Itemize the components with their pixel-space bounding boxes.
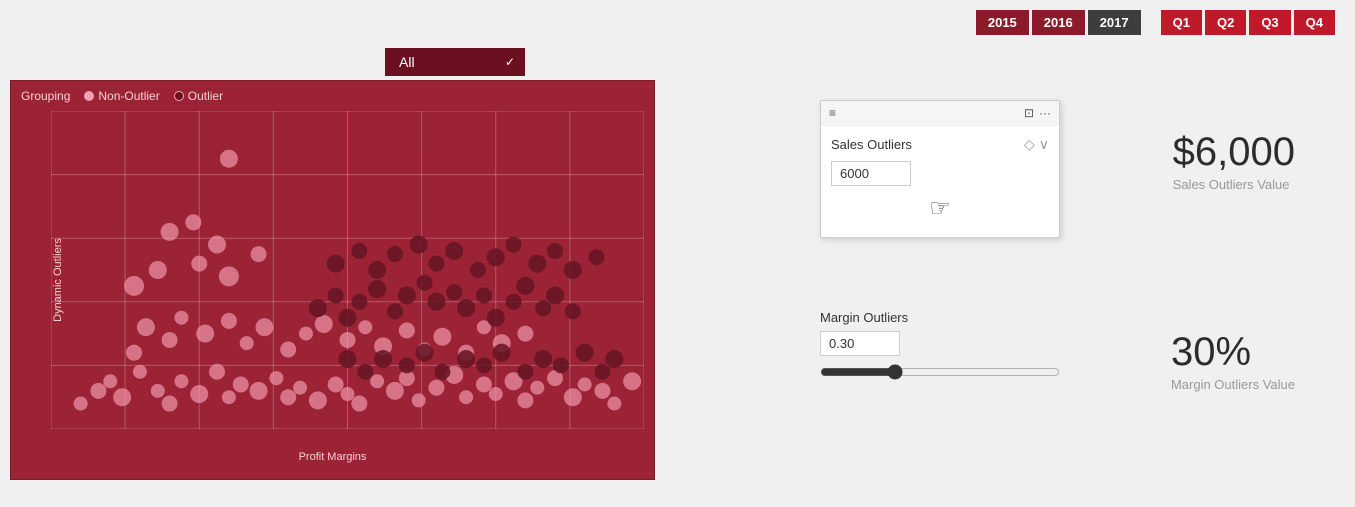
year-buttons: 2015 2016 2017 [976,10,1141,35]
year-2015-button[interactable]: 2015 [976,10,1029,35]
outlier-dot [174,91,184,101]
margin-value-label: Margin Outliers Value [1171,377,1295,392]
sales-card-title: Sales Outliers [831,137,912,152]
q1-button[interactable]: Q1 [1161,10,1202,35]
top-bar: 2015 2016 2017 Q1 Q2 Q3 Q4 [976,10,1335,35]
grouping-label: Grouping [21,89,70,103]
sales-value-label: Sales Outliers Value [1173,177,1295,192]
card-header-icons: ≡ [829,106,836,120]
hamburger-icon: ≡ [829,106,836,120]
scatter-chart: Grouping Non-Outlier Outlier Dynamic Out… [10,80,655,480]
year-2016-button[interactable]: 2016 [1032,10,1085,35]
non-outlier-legend: Non-Outlier [84,89,159,103]
q3-button[interactable]: Q3 [1249,10,1290,35]
non-outlier-label: Non-Outlier [98,89,159,103]
card-header: ≡ ⊡ ··· [821,101,1059,126]
sales-big-value: $6,000 [1173,130,1295,175]
margin-value-panel: 30% Margin Outliers Value [1171,330,1295,392]
x-axis-label: Profit Margins [299,451,367,463]
cursor-icon: ☞ [929,194,951,223]
card-header-right-icons: ⊡ ··· [1024,106,1051,120]
margin-input[interactable] [820,331,900,356]
dropdown-wrapper: All ✓ [385,48,525,76]
all-dropdown[interactable]: All [385,48,525,76]
diamond-icon: ◇ [1024,136,1035,153]
margin-card-title: Margin Outliers [820,310,1060,325]
more-icon: ··· [1039,106,1051,120]
sales-value-panel: $6,000 Sales Outliers Value [1173,130,1295,192]
sales-outliers-card: ≡ ⊡ ··· Sales Outliers ◇ ∨ ☞ [820,100,1060,238]
margin-card: Margin Outliers [820,310,1060,385]
card-body: Sales Outliers ◇ ∨ ☞ [821,126,1059,237]
grid-icon: ⊡ [1024,106,1034,120]
dropdown-container: All ✓ [385,48,525,76]
margin-big-value: 30% [1171,330,1295,375]
sales-input[interactable] [831,161,911,186]
quarter-buttons: Q1 Q2 Q3 Q4 [1161,10,1335,35]
q4-button[interactable]: Q4 [1294,10,1335,35]
margin-slider[interactable] [820,364,1060,380]
chevron-down-icon: ∨ [1039,136,1049,153]
card-title-icons: ◇ ∨ [1024,136,1049,153]
chart-legend: Grouping Non-Outlier Outlier [21,89,223,103]
q2-button[interactable]: Q2 [1205,10,1246,35]
sales-card-title-row: Sales Outliers ◇ ∨ [831,136,1049,153]
scatter-plot: 0K 5K 10K 15K 20K 25K 10% 15% 20% 25% 30… [51,111,644,429]
year-2017-button[interactable]: 2017 [1088,10,1141,35]
non-outlier-dot [84,91,94,101]
outlier-label: Outlier [188,89,223,103]
outlier-legend: Outlier [174,89,223,103]
cursor-container: ☞ [831,186,1049,227]
